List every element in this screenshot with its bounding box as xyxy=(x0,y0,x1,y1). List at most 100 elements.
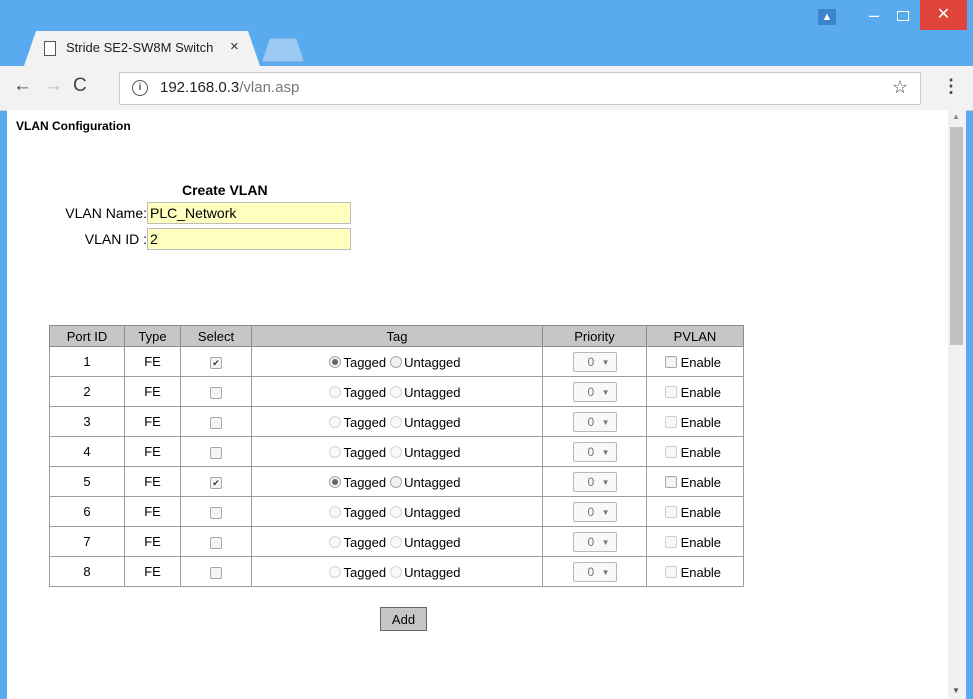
tagged-label: Tagged xyxy=(343,474,387,490)
scrollbar-thumb[interactable] xyxy=(950,127,963,345)
select-checkbox[interactable] xyxy=(210,416,222,429)
header-select: Select xyxy=(180,325,252,347)
maximize-button[interactable] xyxy=(888,0,918,30)
untagged-radio[interactable] xyxy=(390,416,403,429)
select-cell xyxy=(180,436,252,467)
untagged-radio[interactable] xyxy=(390,476,403,489)
priority-cell: 0 ▼ xyxy=(542,556,647,587)
select-checkbox[interactable] xyxy=(210,536,222,549)
tag-cell: Tagged Untagged xyxy=(251,526,543,557)
priority-cell: 0 ▼ xyxy=(542,526,647,557)
url-text[interactable]: 192.168.0.3/vlan.asp xyxy=(160,79,299,96)
select-checkbox[interactable]: ✔ xyxy=(210,476,222,489)
tag-cell: Tagged Untagged xyxy=(251,496,543,527)
priority-select[interactable]: 0 ▼ xyxy=(572,471,617,492)
vertical-scrollbar[interactable]: ▲ ▼ xyxy=(948,110,966,699)
untagged-radio[interactable] xyxy=(390,356,403,369)
tagged-radio[interactable] xyxy=(329,416,342,429)
tagged-radio[interactable] xyxy=(329,476,342,489)
port-id-cell: 4 xyxy=(49,436,125,467)
select-checkbox[interactable]: ✔ xyxy=(210,356,222,369)
header-priority: Priority xyxy=(542,325,647,347)
new-tab-button[interactable] xyxy=(262,38,304,62)
tagged-radio[interactable] xyxy=(329,446,342,459)
tag-cell: Tagged Untagged xyxy=(251,466,543,497)
table-row: 8 FE Tagged Untagged 0 ▼ Enable xyxy=(49,556,744,587)
pvlan-enable-checkbox[interactable] xyxy=(664,446,677,459)
priority-select[interactable]: 0 ▼ xyxy=(572,561,617,582)
port-id-cell: 1 xyxy=(49,346,125,377)
type-cell: FE xyxy=(124,526,181,557)
port-rows: 1 FE ✔ Tagged Untagged 0 ▼ Enable 2 FE Tagged Unta… xyxy=(49,346,744,587)
port-id-cell: 5 xyxy=(49,466,125,497)
user-profile-button[interactable]: ▲ xyxy=(812,0,842,30)
reload-button[interactable]: C xyxy=(73,75,87,97)
tagged-label: Tagged xyxy=(343,414,387,430)
port-id-cell: 7 xyxy=(49,526,125,557)
type-cell: FE xyxy=(124,466,181,497)
type-cell: FE xyxy=(124,376,181,407)
vlan-name-input[interactable]: PLC_Network xyxy=(147,202,351,224)
tagged-radio[interactable] xyxy=(329,506,342,519)
select-checkbox[interactable] xyxy=(210,446,222,459)
back-button[interactable]: ← xyxy=(13,75,32,97)
select-cell: ✔ xyxy=(180,466,252,497)
tagged-label: Tagged xyxy=(343,534,387,550)
select-checkbox[interactable] xyxy=(210,566,222,579)
untagged-radio[interactable] xyxy=(390,536,403,549)
tagged-label: Tagged xyxy=(343,504,387,520)
pvlan-cell: Enable xyxy=(646,376,744,407)
priority-select[interactable]: 0 ▼ xyxy=(572,531,617,552)
tagged-radio[interactable] xyxy=(329,536,342,549)
minimize-button[interactable]: – xyxy=(860,0,888,30)
pvlan-enable-checkbox[interactable] xyxy=(664,356,677,369)
type-cell: FE xyxy=(124,556,181,587)
priority-cell: 0 ▼ xyxy=(542,406,647,437)
info-icon[interactable]: i xyxy=(132,80,148,96)
pvlan-enable-checkbox[interactable] xyxy=(664,536,677,549)
add-button[interactable]: Add xyxy=(380,607,427,631)
tagged-radio[interactable] xyxy=(329,356,342,369)
priority-select[interactable]: 0 ▼ xyxy=(572,351,617,372)
bookmark-star-icon[interactable]: ☆ xyxy=(892,77,908,98)
enable-label: Enable xyxy=(680,534,722,550)
chevron-down-icon: ▼ xyxy=(601,477,610,487)
untagged-radio[interactable] xyxy=(390,446,403,459)
browser-menu-icon[interactable]: ⋮ xyxy=(942,76,960,97)
tag-cell: Tagged Untagged xyxy=(251,376,543,407)
tag-cell: Tagged Untagged xyxy=(251,556,543,587)
scroll-down-icon[interactable]: ▼ xyxy=(952,686,960,695)
select-checkbox[interactable] xyxy=(210,506,222,519)
port-id-cell: 6 xyxy=(49,496,125,527)
priority-select[interactable]: 0 ▼ xyxy=(572,501,617,522)
chevron-down-icon: ▼ xyxy=(601,507,610,517)
pvlan-enable-checkbox[interactable] xyxy=(664,416,677,429)
tagged-radio[interactable] xyxy=(329,386,342,399)
port-id-cell: 2 xyxy=(49,376,125,407)
scroll-up-icon[interactable]: ▲ xyxy=(952,112,960,121)
pvlan-enable-checkbox[interactable] xyxy=(664,386,677,399)
select-checkbox[interactable] xyxy=(210,386,222,399)
priority-select[interactable]: 0 ▼ xyxy=(572,381,617,402)
priority-value: 0 xyxy=(587,564,595,579)
tab-close-icon[interactable]: × xyxy=(230,38,239,55)
untagged-radio[interactable] xyxy=(390,566,403,579)
tag-cell: Tagged Untagged xyxy=(251,436,543,467)
tagged-radio[interactable] xyxy=(329,566,342,579)
address-bar[interactable]: i 192.168.0.3/vlan.asp ☆ xyxy=(119,72,921,105)
pvlan-enable-checkbox[interactable] xyxy=(664,566,677,579)
vlan-id-input[interactable]: 2 xyxy=(147,228,351,250)
browser-tab[interactable]: Stride SE2-SW8M Switch × xyxy=(24,31,260,66)
untagged-radio[interactable] xyxy=(390,386,403,399)
close-window-button[interactable]: ✕ xyxy=(920,0,967,30)
priority-select[interactable]: 0 ▼ xyxy=(572,441,617,462)
pvlan-cell: Enable xyxy=(646,496,744,527)
chevron-down-icon: ▼ xyxy=(601,537,610,547)
user-icon: ▲ xyxy=(818,9,836,25)
priority-select[interactable]: 0 ▼ xyxy=(572,411,617,432)
untagged-radio[interactable] xyxy=(390,506,403,519)
pvlan-enable-checkbox[interactable] xyxy=(664,506,677,519)
pvlan-enable-checkbox[interactable] xyxy=(664,476,677,489)
header-pvlan: PVLAN xyxy=(646,325,744,347)
forward-button[interactable]: → xyxy=(44,75,63,97)
